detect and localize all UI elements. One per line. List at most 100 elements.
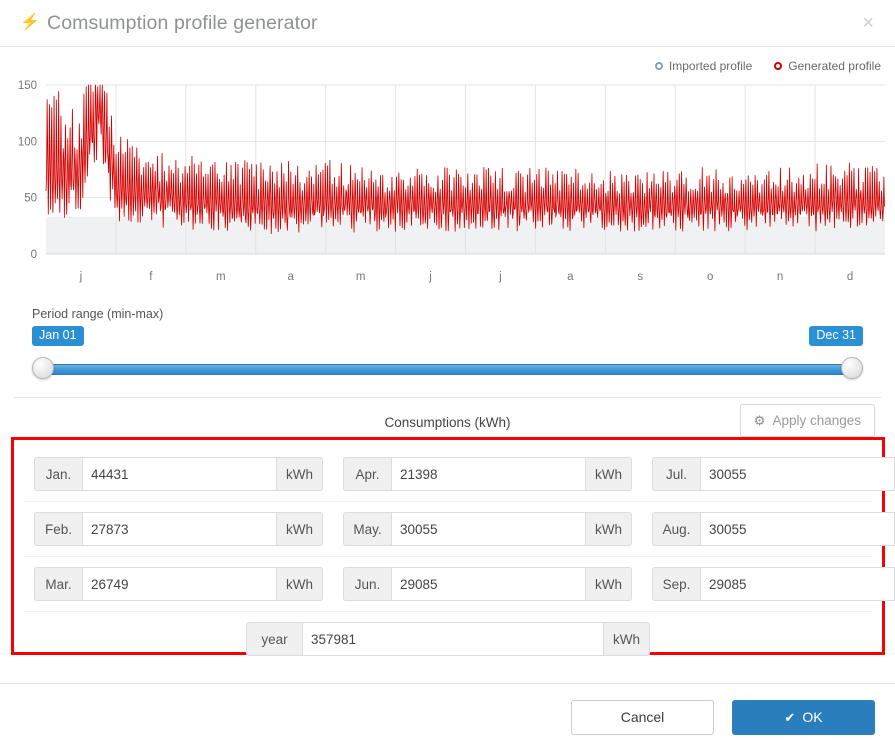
- svg-text:n: n: [777, 271, 783, 283]
- apply-changes-label: Apply changes: [772, 413, 861, 428]
- range-slider[interactable]: [32, 356, 863, 384]
- slider-handle-max[interactable]: [841, 357, 863, 379]
- svg-text:0: 0: [31, 249, 37, 261]
- range-min-badge: Jan 01: [32, 326, 84, 346]
- legend-item-imported[interactable]: Imported profile: [654, 59, 753, 73]
- month-label: Sep.: [652, 567, 700, 601]
- gear-icon: ⚙: [753, 413, 766, 428]
- unit-label: kWh: [586, 567, 632, 601]
- svg-text:m: m: [356, 271, 366, 283]
- unit-label: kWh: [277, 512, 323, 546]
- field-cell-jan: Jan. kWh: [24, 457, 333, 491]
- field-cell-may: May. kWh: [333, 512, 642, 546]
- field-cell-year: year kWh: [236, 622, 660, 656]
- chart-legend: Imported profile Generated profile: [654, 59, 881, 73]
- field-cell-sep: Sep. kWh: [642, 567, 895, 601]
- month-input-group: Jun. kWh: [343, 567, 632, 601]
- month-value-input[interactable]: [700, 457, 895, 491]
- unit-label: kWh: [586, 512, 632, 546]
- unit-label: kWh: [277, 567, 323, 601]
- dialog-header: ⚡ Comsumption profile generator ×: [0, 0, 895, 47]
- year-label: year: [246, 622, 302, 656]
- table-row-year: year kWh: [24, 611, 872, 656]
- check-icon: ✔: [784, 709, 796, 725]
- month-label: Mar.: [34, 567, 82, 601]
- period-range-badges: Jan 01 Dec 31: [32, 326, 863, 347]
- month-label: Jun.: [343, 567, 391, 601]
- field-cell-mar: Mar. kWh: [24, 567, 333, 601]
- month-value-input[interactable]: [82, 567, 277, 601]
- month-input-group: Feb. kWh: [34, 512, 323, 546]
- circle-icon: [774, 62, 783, 70]
- svg-text:o: o: [707, 271, 713, 283]
- bolt-icon: ⚡: [20, 14, 41, 31]
- svg-text:f: f: [149, 271, 153, 283]
- period-range-label: Period range (min-max): [32, 307, 164, 321]
- chart-panel: Imported profile Generated profile 0 50 10…: [0, 47, 895, 307]
- svg-text:s: s: [637, 271, 643, 283]
- slider-handle-min[interactable]: [32, 357, 54, 379]
- year-value-input[interactable]: [302, 622, 604, 656]
- legend-item-generated[interactable]: Generated profile: [774, 59, 881, 73]
- svg-text:a: a: [567, 271, 574, 283]
- month-value-input[interactable]: [82, 512, 277, 546]
- unit-label: kWh: [586, 457, 632, 491]
- consumptions-grid: Jan. kWh Apr. kWh Jul.: [14, 440, 895, 656]
- year-input-group: year kWh: [246, 622, 650, 656]
- svg-text:150: 150: [18, 80, 37, 92]
- month-value-input[interactable]: [391, 567, 586, 601]
- month-input-group: Mar. kWh: [34, 567, 323, 601]
- svg-text:100: 100: [18, 136, 37, 148]
- consumption-profile-dialog: ⚡ Comsumption profile generator × Import…: [0, 0, 895, 750]
- ok-button[interactable]: ✔ OK: [732, 699, 875, 735]
- dialog-footer: Cancel ✔ OK: [0, 683, 895, 750]
- table-row: Feb. kWh May. kWh Aug.: [24, 501, 895, 556]
- chart-plot-area: 0 50 100 150 j f m a m j j a s o n d: [0, 77, 895, 305]
- field-cell-feb: Feb. kWh: [24, 512, 333, 546]
- month-value-input[interactable]: [391, 512, 586, 546]
- month-label: Jan.: [34, 457, 82, 491]
- month-value-input[interactable]: [82, 457, 277, 491]
- svg-text:j: j: [498, 271, 502, 283]
- month-label: Aug.: [652, 512, 700, 546]
- svg-text:a: a: [288, 271, 295, 283]
- field-cell-jul: Jul. kWh: [642, 457, 895, 491]
- dialog-title-text: Comsumption profile generator: [47, 11, 318, 34]
- range-max-badge: Dec 31: [809, 326, 863, 346]
- unit-label: kWh: [277, 457, 323, 491]
- svg-text:50: 50: [24, 193, 37, 205]
- month-input-group: Sep. kWh: [652, 567, 895, 601]
- consumptions-title: Consumptions (kWh): [384, 414, 511, 430]
- month-label: Apr.: [343, 457, 391, 491]
- month-label: May.: [343, 512, 391, 546]
- field-cell-apr: Apr. kWh: [333, 457, 642, 491]
- legend-label-imported: Imported profile: [668, 59, 753, 73]
- month-value-input[interactable]: [700, 512, 895, 546]
- table-row: Jan. kWh Apr. kWh Jul.: [24, 448, 895, 501]
- month-input-group: Jan. kWh: [34, 457, 323, 491]
- month-value-input[interactable]: [700, 567, 895, 601]
- unit-label: kWh: [604, 622, 650, 656]
- svg-text:m: m: [216, 271, 226, 283]
- field-cell-jun: Jun. kWh: [333, 567, 642, 601]
- month-label: Jul.: [652, 457, 700, 491]
- svg-text:d: d: [847, 271, 853, 283]
- table-row: Mar. kWh Jun. kWh Sep.: [24, 556, 895, 611]
- close-icon[interactable]: ×: [858, 11, 878, 35]
- svg-text:j: j: [79, 271, 83, 283]
- field-cell-aug: Aug. kWh: [642, 512, 895, 546]
- ok-button-label: OK: [802, 709, 823, 725]
- month-label: Feb.: [34, 512, 82, 546]
- slider-track[interactable]: [38, 364, 857, 375]
- page-title: ⚡ Comsumption profile generator: [20, 12, 318, 35]
- apply-changes-button[interactable]: ⚙ Apply changes: [739, 404, 875, 437]
- legend-label-generated: Generated profile: [788, 59, 881, 73]
- cancel-button[interactable]: Cancel: [571, 699, 714, 735]
- month-input-group: Apr. kWh: [343, 457, 632, 491]
- month-input-group: Aug. kWh: [652, 512, 895, 546]
- month-value-input[interactable]: [391, 457, 586, 491]
- month-input-group: Jul. kWh: [652, 457, 895, 491]
- consumptions-fields-highlight: Jan. kWh Apr. kWh Jul.: [11, 437, 895, 656]
- svg-text:j: j: [428, 271, 432, 283]
